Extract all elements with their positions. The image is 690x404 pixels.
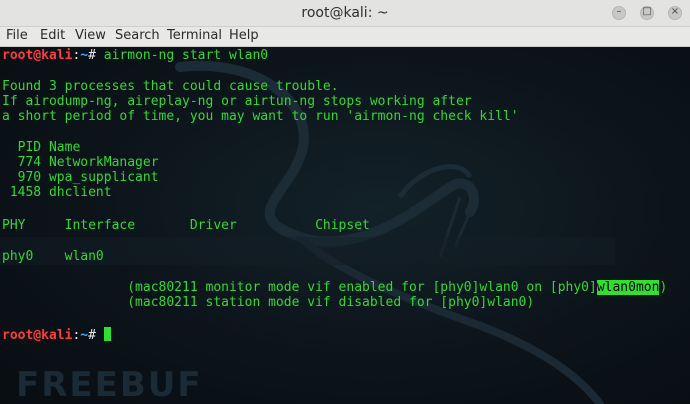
menu-view[interactable]: View (75, 28, 106, 43)
prompt-line[interactable]: root@kali:~# (2, 327, 111, 343)
monitor-enabled-line: (mac80211 monitor mode vif enabled for [… (2, 280, 668, 295)
maximize-icon: □ (642, 6, 652, 17)
output-line: If airodump-ng, aireplay-ng or airtun-ng… (2, 94, 472, 109)
text-cursor (103, 327, 111, 341)
minimize-button[interactable]: – (612, 6, 626, 20)
process-row: 1458 dhclient (2, 185, 112, 200)
station-disabled-line: (mac80211 station mode vif disabled for … (2, 295, 535, 310)
maximize-button[interactable]: □ (640, 6, 654, 20)
minimize-icon: – (616, 6, 622, 17)
watermark-logo: FREEBUF (16, 365, 203, 404)
monitor-interface-highlight: wlan0mon (596, 280, 660, 295)
menu-edit[interactable]: Edit (40, 28, 65, 43)
window-title: root@kali: ~ (301, 5, 389, 21)
menu-file[interactable]: File (6, 28, 28, 43)
menu-terminal[interactable]: Terminal (167, 28, 222, 43)
terminal-window: root@kali: ~ – □ × File Edit View Search… (0, 0, 690, 404)
interface-header: PHY Interface Driver Chipset (2, 218, 370, 233)
output-line: a short period of time, you may want to … (2, 109, 519, 124)
process-header: PID Name (2, 140, 81, 155)
close-icon: × (670, 6, 680, 17)
process-row: 970 wpa_supplicant (2, 170, 159, 185)
output-line: Found 3 processes that could cause troub… (2, 79, 339, 94)
close-button[interactable]: × (668, 6, 682, 20)
menu-bar: File Edit View Search Terminal Help (0, 27, 690, 47)
process-row: 774 NetworkManager (2, 155, 159, 170)
command-text: airmon-ng start wlan0 (95, 48, 269, 63)
menu-search[interactable]: Search (115, 28, 160, 43)
command-line: root@kali:~# airmon-ng start wlan0 (2, 48, 269, 63)
interface-row: phy0 wlan0 (2, 249, 104, 264)
prompt-user: root@kali (2, 48, 73, 63)
menu-help[interactable]: Help (229, 28, 259, 43)
title-bar: root@kali: ~ – □ × (0, 0, 690, 27)
terminal-area[interactable]: FREEBUF root@kali:~# airmon-ng start wla… (0, 47, 690, 404)
prompt-path: ~ (80, 48, 89, 63)
